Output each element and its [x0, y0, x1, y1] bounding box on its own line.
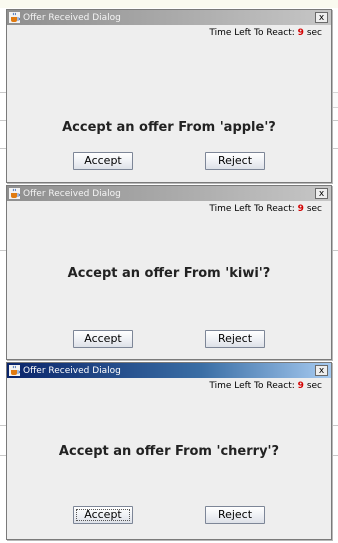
close-icon[interactable]: x — [315, 365, 328, 376]
background-top-band — [0, 0, 338, 8]
offer-dialog-kiwi: Offer Received Dialog x Time Left To Rea… — [6, 185, 332, 360]
offer-question: Accept an offer From 'cherry'? — [58, 444, 280, 459]
dialog-title: Offer Received Dialog — [23, 365, 121, 376]
background-cell — [331, 92, 338, 108]
timer-unit: sec — [306, 204, 322, 214]
time-left-indicator: Time Left To React: 9 sec — [209, 204, 322, 214]
offer-question: Accept an offer From 'kiwi'? — [67, 266, 271, 281]
java-cup-icon — [9, 188, 20, 199]
dialog-title: Offer Received Dialog — [23, 188, 121, 199]
reject-button[interactable]: Reject — [205, 152, 265, 170]
offer-dialog-apple: Offer Received Dialog x Time Left To Rea… — [6, 9, 332, 183]
timer-unit: sec — [306, 28, 322, 38]
accept-button[interactable]: Accept — [73, 330, 133, 348]
close-icon[interactable]: x — [315, 188, 328, 199]
timer-label: Time Left To React: — [209, 381, 295, 391]
timer-value: 9 — [297, 381, 304, 391]
offer-question: Accept an offer From 'apple'? — [62, 120, 276, 135]
reject-button[interactable]: Reject — [205, 330, 265, 348]
dialog-titlebar[interactable]: Offer Received Dialog x — [7, 363, 331, 378]
dialog-titlebar[interactable]: Offer Received Dialog x — [7, 10, 331, 25]
dialog-titlebar[interactable]: Offer Received Dialog x — [7, 186, 331, 201]
offer-dialog-cherry: Offer Received Dialog x Time Left To Rea… — [6, 362, 332, 540]
timer-label: Time Left To React: — [209, 204, 295, 214]
timer-label: Time Left To React: — [209, 28, 295, 38]
java-cup-icon — [9, 12, 20, 23]
close-icon[interactable]: x — [315, 12, 328, 23]
reject-button[interactable]: Reject — [205, 506, 265, 524]
java-cup-icon — [9, 365, 20, 376]
timer-value: 9 — [297, 204, 304, 214]
accept-button[interactable]: Accept — [73, 506, 133, 524]
dialog-title: Offer Received Dialog — [23, 12, 121, 23]
time-left-indicator: Time Left To React: 9 sec — [209, 381, 322, 391]
accept-button[interactable]: Accept — [73, 152, 133, 170]
timer-unit: sec — [306, 381, 322, 391]
time-left-indicator: Time Left To React: 9 sec — [209, 28, 322, 38]
timer-value: 9 — [297, 28, 304, 38]
